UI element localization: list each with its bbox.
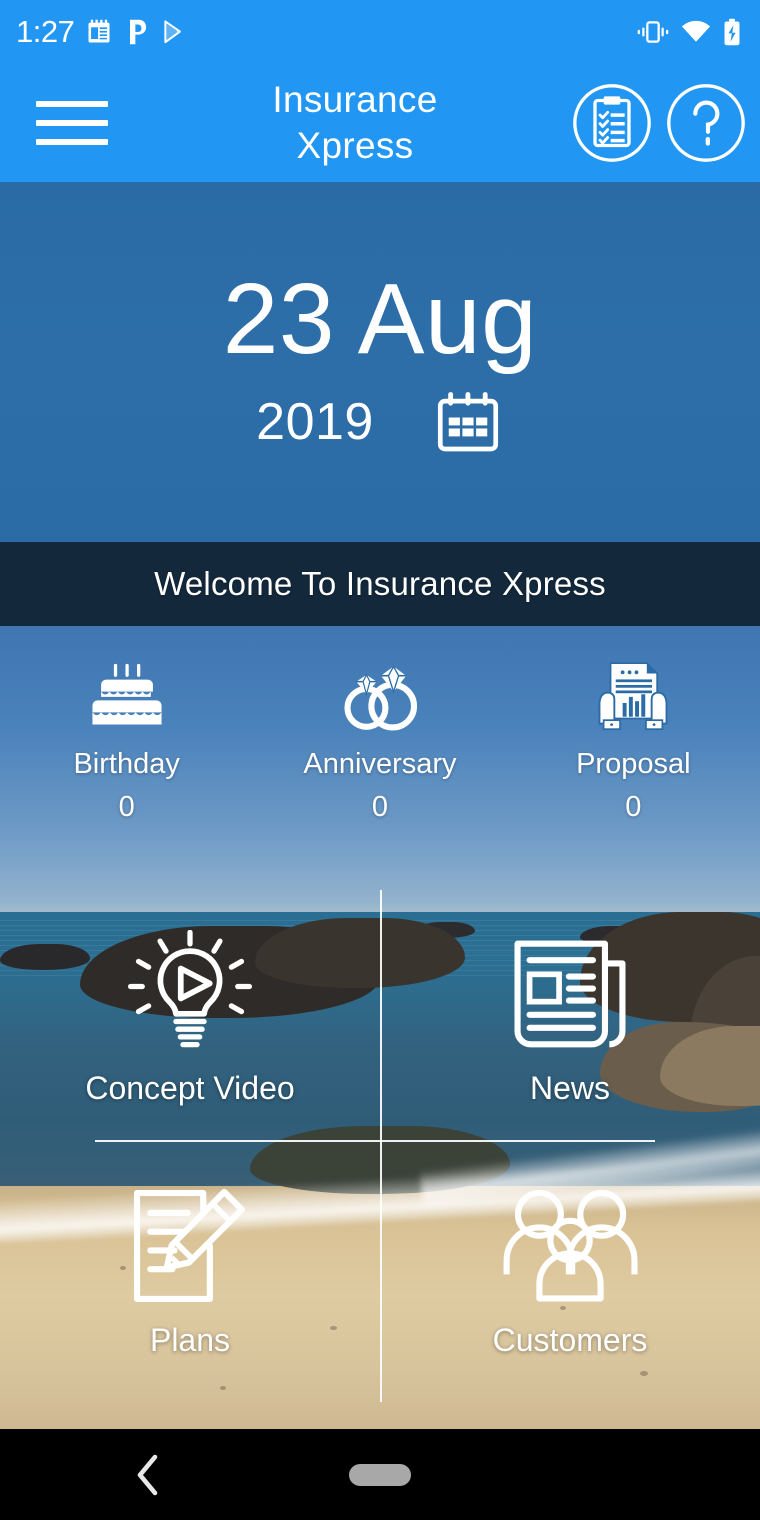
notepad-icon: [88, 19, 110, 42]
menu-icon-bar: [36, 119, 108, 126]
tile-icon-wrapper: [508, 924, 632, 1064]
people-group-icon: [503, 1189, 638, 1302]
tile-label: Concept Video: [85, 1069, 295, 1106]
stat-count: 0: [371, 791, 389, 823]
stat-icon-wrapper: [595, 660, 671, 734]
status-bar-left: 1:27: [16, 16, 187, 47]
back-chevron-icon[interactable]: [134, 1454, 164, 1496]
tile-label: News: [529, 1069, 610, 1106]
status-bar-clock: 1:27: [16, 14, 75, 49]
help-icon[interactable]: [666, 83, 746, 163]
tile-concept-video[interactable]: Concept Video: [0, 890, 380, 1140]
phonepe-icon: [130, 19, 147, 44]
document-pencil-icon: [133, 1188, 245, 1302]
status-bar: 1:27: [0, 0, 760, 63]
app-title-line2: Xpress: [296, 124, 414, 166]
stat-count: 0: [118, 791, 135, 823]
welcome-banner: Welcome To Insurance Xpress: [0, 542, 760, 626]
tile-icon-wrapper: [500, 1176, 640, 1316]
hero-date: 23 Aug: [222, 262, 538, 375]
tile-icon-wrapper: [124, 924, 256, 1064]
tile-label: Customers: [492, 1321, 648, 1358]
stat-count: 0: [625, 791, 642, 823]
battery-charging-icon: [724, 18, 740, 45]
menu-icon[interactable]: [36, 100, 112, 145]
status-bar-right: [636, 18, 742, 46]
vibrate-icon: [637, 20, 669, 43]
menu-icon-bar: [36, 100, 108, 107]
lightbulb-play-icon: [127, 929, 253, 1047]
tile-label: Plans: [149, 1321, 231, 1358]
date-hero: 23 Aug 2019: [0, 182, 760, 542]
stat-label: Anniversary: [303, 748, 457, 780]
checklist-icon[interactable]: [572, 83, 652, 163]
proposal-document-icon: [598, 662, 668, 731]
wedding-rings-icon: [344, 665, 418, 731]
stat-icon-wrapper: [336, 660, 424, 734]
app-bar-actions: [572, 83, 746, 163]
app-title: Insurance Xpress: [112, 77, 572, 169]
stat-icon-wrapper: [89, 660, 165, 734]
feature-tile-grid: Concept Video News Plans Customers: [0, 890, 760, 1429]
stat-anniversary[interactable]: Anniversary 0: [253, 660, 506, 850]
tile-plans[interactable]: Plans: [0, 1142, 380, 1392]
app-screen: 1:27 Insurance Xpress 23 Aug 2019 Welcom…: [0, 0, 760, 1520]
calendar-icon[interactable]: [432, 386, 504, 458]
app-bar: Insurance Xpress: [0, 63, 760, 182]
birthday-cake-icon: [92, 663, 162, 725]
tile-icon-wrapper: [126, 1176, 254, 1316]
stats-row: Birthday 0 Anniversary 0 Proposal 0: [0, 660, 760, 850]
stat-proposal[interactable]: Proposal 0: [507, 660, 760, 850]
menu-icon-bar: [36, 138, 108, 145]
tile-customers[interactable]: Customers: [380, 1142, 760, 1392]
wifi-icon: [681, 20, 711, 42]
system-navigation-bar: [0, 1429, 760, 1520]
tile-news[interactable]: News: [380, 890, 760, 1140]
hero-year-row: 2019: [256, 386, 504, 458]
hero-year: 2019: [256, 392, 374, 451]
stat-label: Proposal: [576, 748, 691, 780]
app-title-line1: Insurance: [272, 78, 438, 120]
stat-birthday[interactable]: Birthday 0: [0, 660, 253, 850]
stat-label: Birthday: [73, 748, 180, 780]
home-pill-icon[interactable]: [349, 1463, 411, 1486]
play-store-icon: [164, 19, 182, 43]
newspaper-icon: [514, 940, 626, 1047]
